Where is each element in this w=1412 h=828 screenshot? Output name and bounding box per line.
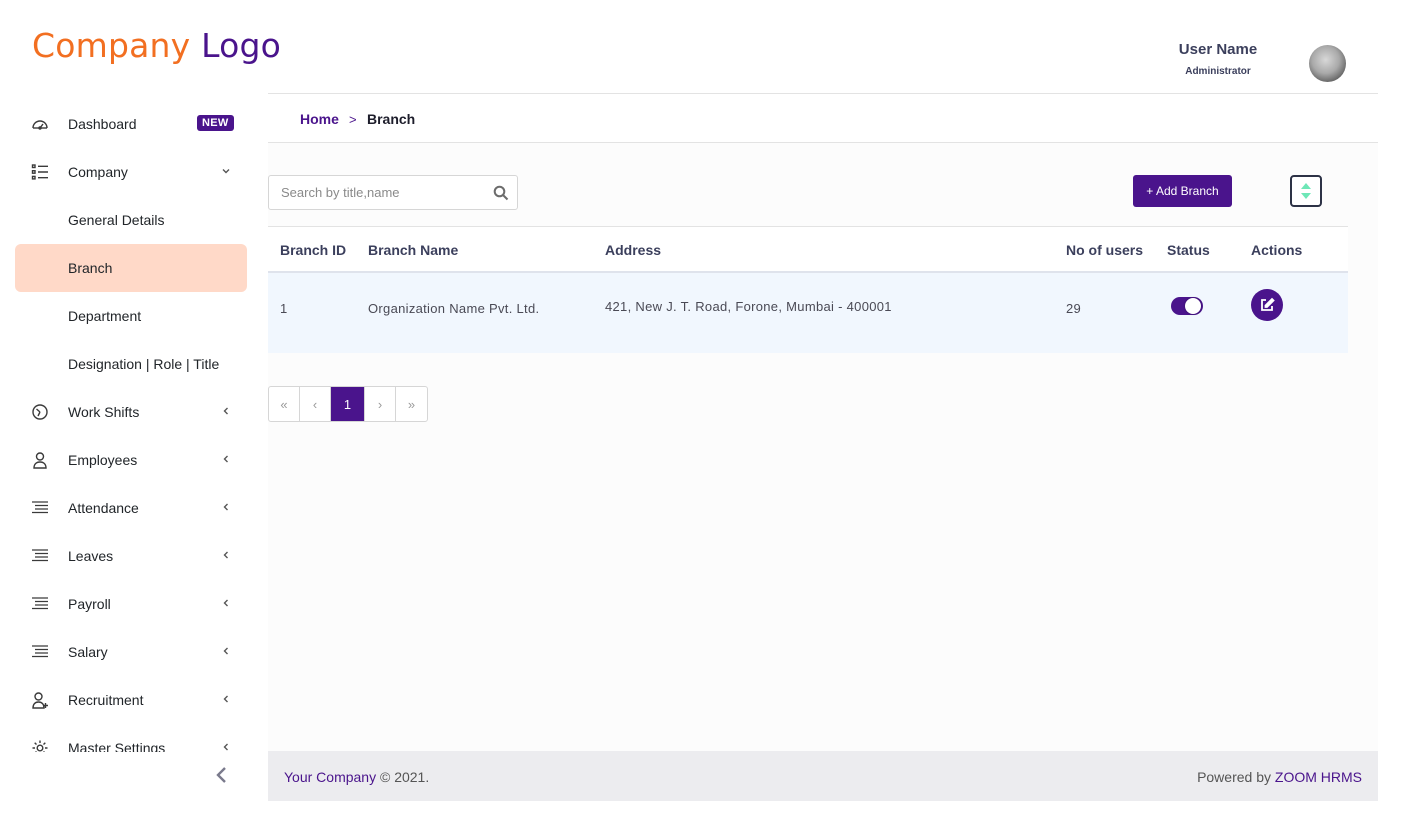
footer-company-link[interactable]: Your Company [284, 769, 376, 785]
pagination: « ‹ 1 › » [268, 386, 428, 422]
sidebar-item-label: Employees [68, 452, 138, 468]
page-next[interactable]: › [365, 387, 396, 421]
status-toggle[interactable] [1171, 297, 1203, 315]
chevron-left-icon [220, 645, 232, 657]
lines-icon [31, 643, 49, 661]
search-box [268, 175, 518, 210]
sidebar-item-department[interactable]: Department [15, 292, 247, 340]
edit-button[interactable] [1251, 289, 1283, 321]
main-content: + Add Branch Branch ID Branch Name Addre… [268, 143, 1378, 751]
page-prev[interactable]: ‹ [300, 387, 331, 421]
sidebar-item-label: Recruitment [68, 692, 144, 708]
cell-branch-name: Organization Name Pvt. Ltd. [368, 301, 540, 316]
table-header: Branch ID Branch Name Address No of user… [268, 226, 1348, 273]
footer-powered-by: Powered by ZOOM HRMS [1197, 769, 1362, 785]
sidebar-item-leaves[interactable]: Leaves [15, 532, 247, 580]
user-plus-icon [31, 691, 49, 709]
sidebar-item-master-settings[interactable]: Master Settings [15, 724, 247, 752]
page-current[interactable]: 1 [331, 387, 365, 421]
breadcrumb-separator: > [349, 112, 357, 127]
clock-icon [31, 403, 49, 421]
user-icon [31, 451, 49, 469]
sidebar-item-label: Dashboard [68, 116, 137, 132]
add-branch-button[interactable]: + Add Branch [1133, 175, 1232, 207]
sidebar-item-label: Salary [68, 644, 108, 660]
new-badge: NEW [197, 115, 234, 131]
table-row: 1 Organization Name Pvt. Ltd. 421, New J… [268, 273, 1348, 353]
header-address[interactable]: Address [605, 242, 661, 258]
chevron-left-icon [220, 693, 232, 705]
sidebar-item-label: General Details [68, 212, 165, 228]
edit-icon [1261, 297, 1275, 311]
page-last[interactable]: » [396, 387, 427, 421]
chevron-left-icon [220, 549, 232, 561]
sidebar-item-designation[interactable]: Designation | Role | Title [15, 340, 247, 388]
footer-copyright-text: © 2021. [379, 769, 430, 785]
chevron-down-icon [220, 165, 232, 177]
logo-part-logo: Logo [201, 26, 282, 65]
breadcrumb-current: Branch [367, 111, 416, 127]
sidebar-item-salary[interactable]: Salary [15, 628, 247, 676]
sidebar-item-general-details[interactable]: General Details [15, 196, 247, 244]
chevron-left-icon [220, 741, 232, 752]
sidebar-item-company[interactable]: Company [15, 148, 247, 196]
cell-branch-id: 1 [280, 301, 288, 316]
sidebar-item-dashboard[interactable]: Dashboard NEW [15, 100, 247, 148]
avatar[interactable] [1309, 45, 1346, 82]
breadcrumb-home-link[interactable]: Home [300, 111, 339, 127]
chevron-left-icon [216, 767, 226, 783]
sidebar-item-label: Leaves [68, 548, 114, 564]
lines-icon [31, 595, 49, 613]
sidebar-item-label: Attendance [68, 500, 139, 516]
sidebar-item-label: Department [68, 308, 142, 324]
header-no-of-users[interactable]: No of users [1066, 242, 1143, 258]
sidebar-item-branch[interactable]: Branch [15, 244, 247, 292]
header-actions: Actions [1251, 242, 1303, 258]
sidebar-collapse-button[interactable] [214, 766, 230, 784]
sort-toggle-button[interactable] [1290, 175, 1322, 207]
chevron-left-icon [220, 405, 232, 417]
sidebar-item-label: Branch [68, 260, 113, 276]
page-first[interactable]: « [269, 387, 300, 421]
sidebar-item-payroll[interactable]: Payroll [15, 580, 247, 628]
sidebar-item-label: Designation | Role | Title [68, 356, 220, 372]
header-branch-name[interactable]: Branch Name [368, 242, 458, 258]
dashboard-icon [31, 115, 49, 133]
sidebar-item-label: Payroll [68, 596, 111, 612]
company-logo[interactable]: Company Logo [32, 26, 281, 65]
list-icon [31, 163, 49, 181]
footer-copyright: Your Company © 2021. [284, 769, 429, 785]
cell-no-of-users: 29 [1066, 301, 1082, 316]
logo-part-company: Company [32, 26, 191, 65]
sidebar: Dashboard NEW Company General Details Br… [0, 100, 248, 752]
sidebar-item-label: Master Settings [68, 740, 166, 752]
sort-icon [1301, 183, 1311, 199]
header-branch-id[interactable]: Branch ID [280, 242, 346, 258]
sidebar-item-label: Company [68, 164, 128, 180]
sidebar-item-attendance[interactable]: Attendance [15, 484, 247, 532]
chevron-left-icon [220, 597, 232, 609]
chevron-left-icon [220, 453, 232, 465]
lines-icon [31, 547, 49, 565]
sidebar-item-label: Work Shifts [68, 404, 140, 420]
footer-brand-link[interactable]: ZOOM HRMS [1275, 769, 1362, 785]
toggle-knob [1185, 298, 1201, 314]
lines-icon [31, 499, 49, 517]
search-icon[interactable] [493, 185, 509, 201]
sidebar-item-recruitment[interactable]: Recruitment [15, 676, 247, 724]
footer: Your Company © 2021. Powered by ZOOM HRM… [268, 751, 1378, 801]
user-name: User Name [1178, 41, 1258, 58]
breadcrumb: Home > Branch [268, 94, 1378, 143]
gear-icon [31, 739, 49, 752]
sidebar-item-employees[interactable]: Employees [15, 436, 247, 484]
sidebar-item-work-shifts[interactable]: Work Shifts [15, 388, 247, 436]
chevron-left-icon [220, 501, 232, 513]
header-status[interactable]: Status [1167, 242, 1210, 258]
user-role: Administrator [1185, 66, 1251, 77]
branch-table: Branch ID Branch Name Address No of user… [268, 226, 1348, 353]
search-input[interactable] [269, 176, 484, 209]
footer-powered-prefix: Powered by [1197, 769, 1271, 785]
cell-address: 421, New J. T. Road, Forone, Mumbai - 40… [605, 299, 892, 314]
